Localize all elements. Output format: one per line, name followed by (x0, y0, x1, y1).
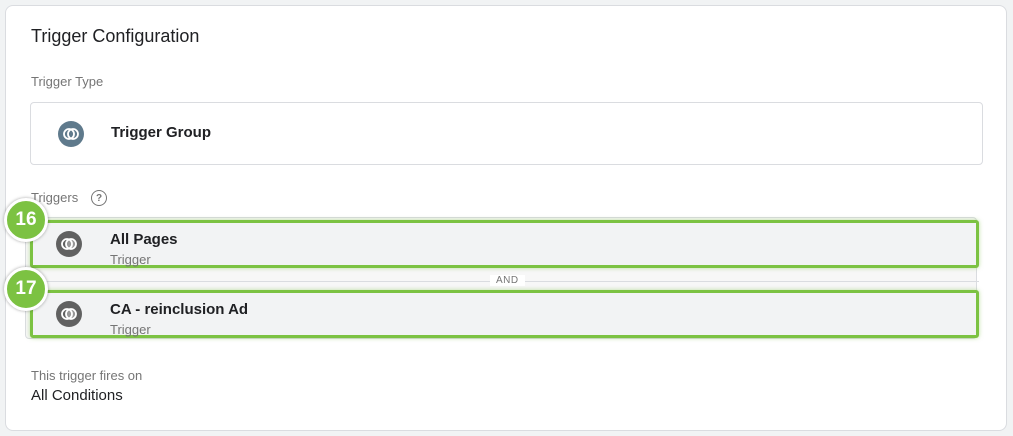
and-separator: AND (30, 275, 979, 287)
trigger-icon (56, 301, 82, 327)
trigger-type: Trigger (110, 322, 151, 337)
card-title: Trigger Configuration (31, 26, 200, 46)
trigger-row-all-pages[interactable]: All Pages Trigger (30, 220, 979, 268)
help-icon[interactable]: ? (91, 190, 107, 206)
trigger-group-icon (58, 121, 84, 147)
trigger-row-ca-reinclusion-ad[interactable]: CA - reinclusion Ad Trigger (30, 290, 979, 338)
fires-on-label: This trigger fires on (31, 368, 143, 383)
trigger-type: Trigger (110, 252, 151, 267)
trigger-name: All Pages (110, 231, 178, 248)
and-label: AND (490, 275, 525, 286)
fires-on-value[interactable]: All Conditions (31, 387, 123, 404)
trigger-type-name: Trigger Group (111, 124, 212, 141)
step-badge-16: 16 (4, 198, 48, 242)
trigger-type-selector[interactable]: Trigger Group (30, 102, 983, 165)
trigger-type-label: Trigger Type (31, 74, 104, 89)
trigger-icon (56, 231, 82, 257)
step-badge-17: 17 (4, 267, 48, 311)
trigger-name: CA - reinclusion Ad (110, 301, 249, 318)
